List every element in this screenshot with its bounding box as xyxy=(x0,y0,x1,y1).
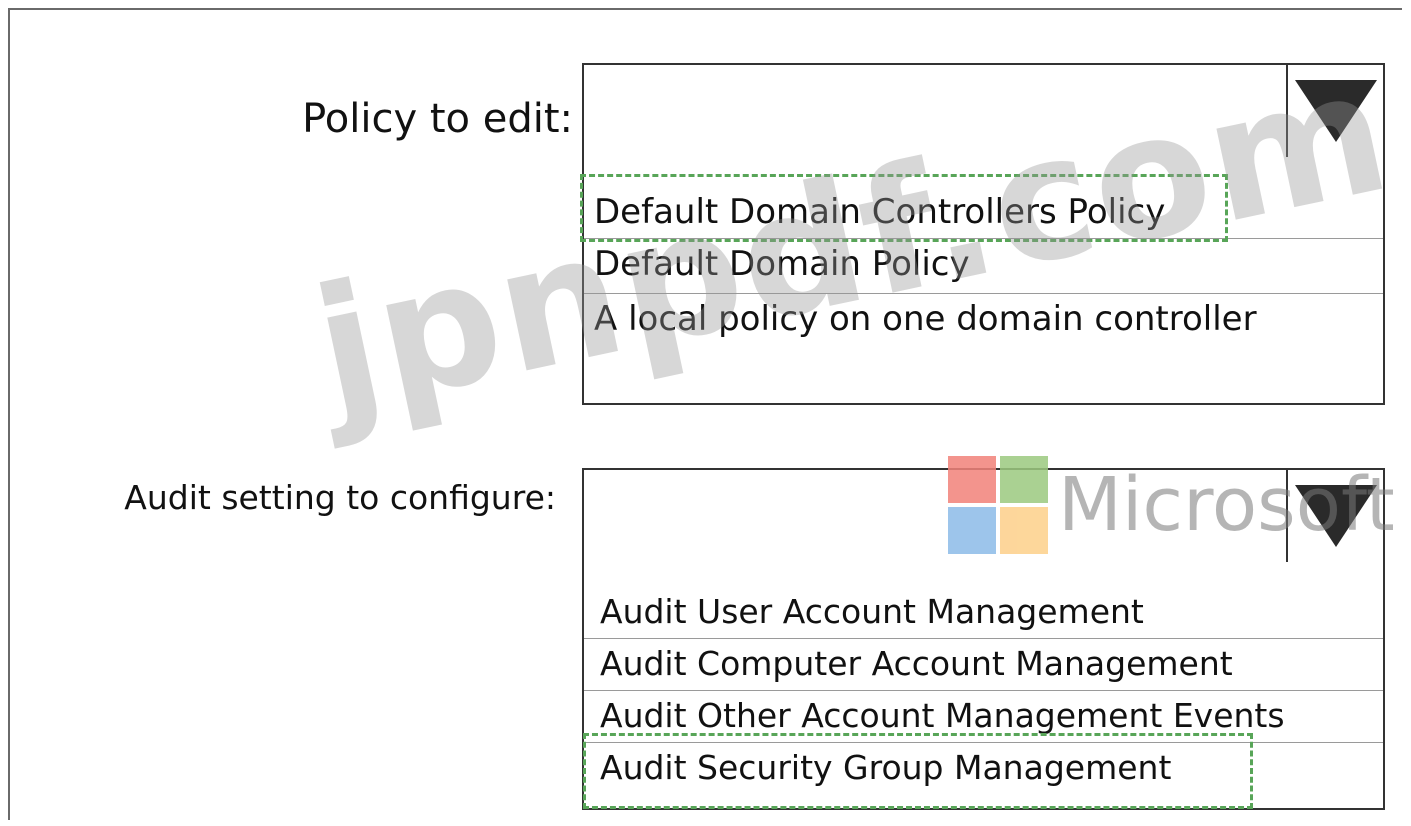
audit-option[interactable]: Audit User Account Management xyxy=(584,587,1383,639)
audit-label: Audit setting to configure: xyxy=(124,478,556,517)
policy-option[interactable]: Default Domain Policy xyxy=(584,240,1383,294)
audit-dropdown[interactable] xyxy=(582,468,1385,564)
policy-dropdown[interactable] xyxy=(582,63,1385,159)
audit-option[interactable]: Audit Computer Account Management xyxy=(584,639,1383,691)
triangle-down-icon xyxy=(1294,485,1377,547)
audit-options-list: Audit User Account Management Audit Comp… xyxy=(582,562,1385,810)
policy-label: Policy to edit: xyxy=(302,96,573,142)
policy-dropdown-arrow-button[interactable] xyxy=(1286,65,1383,157)
policy-option[interactable]: A local policy on one domain controller xyxy=(584,294,1383,346)
audit-option[interactable]: Audit Other Account Management Events xyxy=(584,691,1383,743)
answer-area: Policy to edit: Default Domain Controlle… xyxy=(0,0,1411,826)
audit-dropdown-arrow-button[interactable] xyxy=(1286,470,1383,562)
audit-option[interactable]: Audit Security Group Management xyxy=(584,743,1383,795)
policy-options-list: Default Domain Controllers Policy Defaul… xyxy=(582,157,1385,405)
triangle-down-icon xyxy=(1294,80,1377,142)
policy-option[interactable]: Default Domain Controllers Policy xyxy=(584,187,1383,239)
